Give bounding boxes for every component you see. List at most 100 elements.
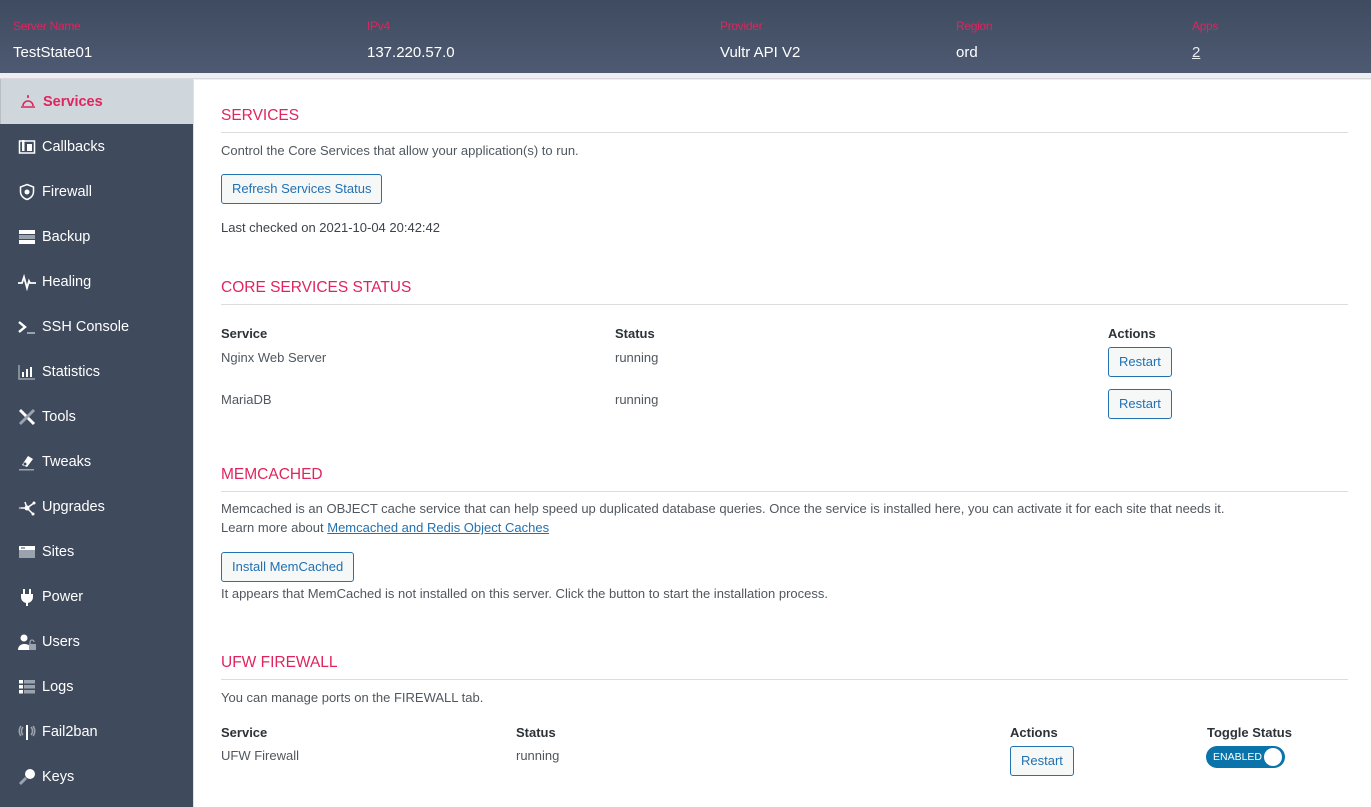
service-status: running [615, 392, 659, 407]
callbacks-icon [17, 138, 37, 156]
sidebar-item-label: Sites [42, 543, 75, 560]
ufw-section: UFW FIREWALL You can manage ports on the… [221, 654, 1348, 776]
col-header-actions: Actions [1108, 326, 1156, 341]
col-header-service: Service [221, 326, 268, 341]
core-services-section: CORE SERVICES STATUS Service Status Acti… [221, 279, 1348, 429]
memcached-note: It appears that MemCached is not install… [221, 586, 828, 601]
sidebar-item-upgrades[interactable]: Upgrades [0, 484, 193, 529]
restart-nginx-button[interactable]: Restart [1108, 347, 1172, 377]
services-title: SERVICES [221, 107, 1348, 133]
services-section: SERVICES Control the Core Services that … [221, 107, 1348, 235]
last-checked-text: Last checked on 2021-10-04 20:42:42 [221, 220, 441, 235]
services-description: Control the Core Services that allow you… [221, 143, 579, 158]
service-status: running [516, 748, 560, 763]
sidebar-item-firewall[interactable]: Firewall [0, 169, 193, 214]
network-icon [17, 498, 37, 516]
tweaks-icon [17, 453, 37, 471]
learn-more-line: Learn more about Memcached and Redis Obj… [221, 520, 1348, 535]
terminal-icon [17, 318, 37, 336]
col-header-status: Status [615, 326, 655, 341]
sidebar-item-keys[interactable]: Keys [0, 754, 193, 799]
memcached-redis-link[interactable]: Memcached and Redis Object Caches [327, 520, 549, 535]
provider-label: Provider [720, 19, 763, 33]
sidebar-item-label: SSH Console [42, 318, 130, 335]
ufw-description: You can manage ports on the FIREWALL tab… [221, 690, 484, 705]
refresh-services-button[interactable]: Refresh Services Status [221, 174, 383, 204]
sidebar: Services Callbacks Firewall Backup Heali… [0, 79, 193, 807]
server-name-field: Server Name TestState01 [13, 19, 92, 61]
sidebar-item-label: Services [43, 93, 103, 110]
sidebar-item-tools[interactable]: Tools [0, 394, 193, 439]
service-status: running [615, 350, 659, 365]
apps-label: Apps [1192, 19, 1219, 33]
install-memcached-button[interactable]: Install MemCached [221, 552, 355, 582]
memcached-title: MEMCACHED [221, 466, 1348, 492]
server-name-label: Server Name [13, 19, 81, 33]
sidebar-item-label: Firewall [42, 183, 92, 200]
ipv4-value: 137.220.57.0 [367, 44, 455, 61]
sidebar-item-sites[interactable]: Sites [0, 529, 193, 574]
toggle-label: ENABLED [1213, 751, 1263, 763]
user-lock-icon [17, 633, 37, 651]
sidebar-item-label: Callbacks [42, 138, 105, 155]
sidebar-item-label: Keys [42, 768, 75, 785]
provider-value: Vultr API V2 [720, 44, 801, 61]
sidebar-item-label: Upgrades [42, 498, 105, 515]
core-services-title: CORE SERVICES STATUS [221, 279, 1348, 305]
shield-icon [17, 183, 37, 201]
ipv4-label: IPv4 [367, 19, 390, 33]
sidebar-item-label: Tools [42, 408, 76, 425]
apps-count-link[interactable]: 2 [1192, 44, 1218, 61]
restart-ufw-button[interactable]: Restart [1010, 746, 1074, 776]
tools-icon [17, 408, 37, 426]
memcached-section: MEMCACHED Memcached is an OBJECT cache s… [221, 466, 1348, 601]
bell-icon [18, 93, 38, 111]
memcached-description: Memcached is an OBJECT cache service tha… [221, 501, 1225, 516]
service-name: Nginx Web Server [221, 350, 327, 365]
col-header-status: Status [516, 725, 556, 740]
heartbeat-icon [17, 273, 37, 291]
ipv4-field: IPv4 137.220.57.0 [367, 19, 455, 61]
sidebar-item-ssh-console[interactable]: SSH Console [0, 304, 193, 349]
browser-window-icon [17, 543, 37, 561]
sidebar-item-services[interactable]: Services [0, 79, 193, 124]
sidebar-item-label: Fail2ban [42, 723, 98, 740]
col-header-actions: Actions [1010, 725, 1058, 740]
sidebar-item-backup[interactable]: Backup [0, 214, 193, 259]
sidebar-item-label: Logs [42, 678, 74, 695]
sidebar-item-label: Power [42, 588, 84, 605]
bar-chart-icon [17, 363, 37, 381]
toggle-knob [1264, 748, 1282, 766]
restart-mariadb-button[interactable]: Restart [1108, 389, 1172, 419]
apps-field: Apps 2 [1192, 19, 1218, 61]
col-header-toggle-status: Toggle Status [1207, 725, 1292, 740]
col-header-service: Service [221, 725, 268, 740]
sidebar-item-users[interactable]: Users [0, 619, 193, 664]
sidebar-item-label: Statistics [42, 363, 101, 380]
service-name: UFW Firewall [221, 748, 299, 763]
server-name-value: TestState01 [13, 44, 93, 61]
main-content: SERVICES Control the Core Services that … [193, 80, 1371, 807]
sidebar-item-healing[interactable]: Healing [0, 259, 193, 304]
header-divider [0, 73, 1371, 79]
sidebar-item-power[interactable]: Power [0, 574, 193, 619]
list-icon [17, 678, 37, 696]
provider-field: Provider Vultr API V2 [720, 19, 800, 61]
sidebar-item-tweaks[interactable]: Tweaks [0, 439, 193, 484]
sidebar-item-fail2ban[interactable]: Fail2ban [0, 709, 193, 754]
region-label: Region [956, 19, 993, 33]
sidebar-item-label: Users [42, 633, 80, 650]
sidebar-item-label: Backup [42, 228, 91, 245]
sidebar-item-statistics[interactable]: Statistics [0, 349, 193, 394]
plug-icon [17, 588, 37, 606]
sidebar-item-callbacks[interactable]: Callbacks [0, 124, 193, 169]
sidebar-item-logs[interactable]: Logs [0, 664, 193, 709]
service-name: MariaDB [221, 392, 272, 407]
ufw-toggle-switch[interactable]: ENABLED [1206, 746, 1285, 768]
server-icon [17, 228, 37, 246]
learn-more-prefix: Learn more about [221, 520, 328, 535]
sidebar-item-label: Healing [42, 273, 92, 290]
ufw-title: UFW FIREWALL [221, 654, 1348, 680]
antenna-icon [17, 723, 37, 741]
server-info-header: Server Name TestState01 IPv4 137.220.57.… [0, 0, 1371, 73]
